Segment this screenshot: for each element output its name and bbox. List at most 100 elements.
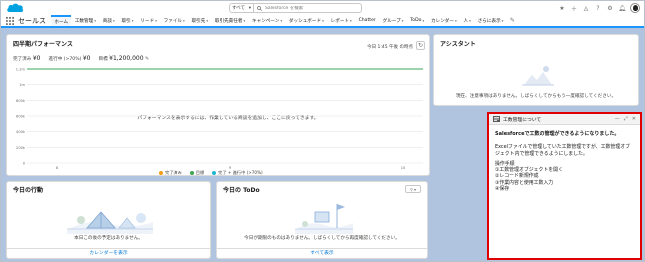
nav-tab[interactable]: 取引先 ▾ (188, 15, 211, 26)
refresh-button[interactable]: ↻ (416, 41, 425, 50)
nav-tab[interactable]: キャンペーン ▾ (249, 15, 286, 26)
performance-status: 今日 1:45 午後 の時点 (367, 45, 413, 50)
nav-tab-label: リード (140, 18, 155, 24)
nav-tab[interactable]: 商談 ▾ (99, 15, 118, 26)
legend-label: 完了済み (165, 170, 182, 175)
nav-tab[interactable]: 人 ▾ (460, 15, 474, 26)
nav-tab-label: 工数管理 (74, 18, 94, 24)
legend-label: 完了 + 進行中 (>70%) (218, 170, 263, 175)
global-search[interactable]: すべて ▾ (229, 3, 362, 13)
todo-empty-message: 今日が期限のものはありません。しばらくしてから再度確認してください。 (244, 236, 400, 241)
nav-tab[interactable]: ファイル ▾ (160, 15, 188, 26)
chevron-down-icon: ▾ (248, 5, 251, 11)
nav-tab[interactable]: グループ ▾ (379, 15, 407, 26)
global-header: すべて ▾ ★ ＋ ◬ ? ⚙ 🔔︎ (1, 1, 644, 15)
closed-value: ¥0 (32, 55, 41, 62)
chevron-down-icon[interactable]: ▾ (422, 19, 424, 23)
chart-empty-message: パフォーマンスを表示するには、作業している商談を追加し、ここに戻ってきます。 (137, 114, 318, 121)
chevron-down-icon: ▾ (413, 186, 416, 192)
app-navigation-bar: セールス ホーム 工数管理 ▾ 商談 ▾ 取引 ▾ リード ▾ ファイル ▾ 取引先 ▾ 取引先責任者 ▾ キ… (1, 15, 644, 28)
search-input[interactable] (265, 5, 355, 11)
todo-filter-dropdown[interactable]: ⚲ ▾ (405, 185, 421, 193)
legend-swatch (189, 171, 194, 175)
notifications-bell-icon[interactable]: 🔔︎ (618, 4, 626, 12)
nav-tab[interactable]: Chatter (355, 15, 379, 26)
nav-tab-label: 取引先責任者 (214, 18, 243, 24)
app-name: セールス (18, 16, 46, 25)
nav-tab[interactable]: ダッシュボード ▾ (286, 15, 328, 26)
y-tick-label: 400k (16, 130, 26, 134)
global-actions-add-icon[interactable]: ＋ (570, 4, 578, 13)
view-all-link[interactable]: すべて表示 (217, 248, 427, 258)
chevron-down-icon[interactable]: ▾ (350, 19, 352, 23)
chevron-down-icon[interactable]: ▾ (113, 19, 115, 23)
popup-lead: Salesforceで工数の管理ができるようになりました。 (495, 131, 620, 137)
trailhead-icon[interactable]: ◬ (582, 4, 590, 12)
events-title: 今日の行動 (13, 187, 44, 194)
salesforce-cloud-logo[interactable] (6, 2, 24, 14)
chart-legend: 完了済み 目標 完了 + 進行中 (>70%) (159, 170, 263, 176)
expand-icon[interactable]: ⤢ (624, 116, 628, 122)
edit-nav-pencil-icon[interactable]: ✎ (507, 15, 518, 26)
assistant-title: アシスタント (440, 41, 476, 48)
chevron-down-icon[interactable]: ▾ (502, 19, 504, 23)
chevron-down-icon[interactable]: ▾ (280, 19, 282, 23)
minimize-icon[interactable]: — (615, 116, 620, 122)
user-avatar[interactable] (630, 3, 640, 13)
nav-tab[interactable]: レポート ▾ (327, 15, 355, 26)
nav-tab[interactable]: 工数管理 ▾ (71, 15, 99, 26)
goal-label: 目標 (98, 57, 108, 62)
nav-tab-label: Chatter (358, 18, 376, 23)
view-calendar-link[interactable]: カレンダーを表示 (7, 248, 210, 258)
refresh-icon: ↻ (417, 42, 424, 49)
nav-tab-label: キャンペーン (252, 18, 280, 24)
popup-header: 工数管理について — ⤢ ✕ (489, 114, 640, 125)
todays-todo-card: 今日の ToDo ⚲ ▾ 今日が期限のものはありません。しばらくしてから再度確認… (216, 181, 428, 259)
assistant-card: アシスタント 現在、注意事項はありません。しばらくしてからもう一度確認してくださ… (433, 34, 639, 106)
chevron-down-icon[interactable]: ▾ (455, 19, 457, 23)
nav-tab[interactable]: 取引先責任者 ▾ (212, 15, 249, 26)
help-icon[interactable]: ? (594, 4, 602, 12)
app-launcher-icon[interactable] (5, 15, 15, 26)
closed-label: 完了済み (13, 57, 32, 62)
chevron-down-icon[interactable]: ▾ (155, 19, 157, 23)
legend-swatch (212, 171, 217, 175)
popup-title: 工数管理について (503, 117, 542, 123)
performance-title: 四半期パフォーマンス (13, 41, 73, 48)
open-label: 進行中 (>70%) (48, 57, 82, 62)
events-empty-message: 本日この後の予定はありません。 (74, 236, 143, 241)
performance-stats: 完了済み ¥0 進行中 (>70%) ¥0 目標 ¥1,200,000 ✎ (13, 55, 149, 62)
y-tick-label: 600k (16, 115, 26, 119)
nav-tab[interactable]: リード ▾ (137, 15, 160, 26)
chevron-down-icon[interactable]: ▾ (402, 19, 404, 23)
chevron-down-icon[interactable]: ▾ (469, 19, 471, 23)
x-tick-label: 10 (401, 166, 406, 170)
chevron-down-icon[interactable]: ▾ (94, 19, 96, 23)
chevron-down-icon[interactable]: ▾ (322, 19, 324, 23)
nav-tab-label: カレンダー (431, 18, 454, 24)
nav-tab-label: さらに表示 (477, 18, 501, 24)
chevron-down-icon[interactable]: ▾ (183, 19, 185, 23)
rich-text-icon (493, 116, 500, 122)
y-tick-label: 1.2m (16, 68, 26, 72)
todays-events-card: 今日の行動 本日この後の予定はありません。 カレンダーを表示 (6, 181, 211, 259)
y-tick-label: 1m (19, 83, 25, 87)
legend-item: 目標 (189, 170, 204, 176)
setup-gear-icon[interactable]: ⚙ (606, 4, 614, 12)
edit-goal-pencil-icon[interactable]: ✎ (145, 56, 149, 62)
nav-tab[interactable]: 取引 ▾ (118, 15, 137, 26)
search-scope-select[interactable]: すべて ▾ (230, 4, 254, 12)
nav-tab[interactable]: さらに表示 ▾ (474, 15, 507, 26)
popup-paragraph: Excelファイルで管理していた工数管理ですが、工数管理オブジェクト内で管理でき… (495, 144, 630, 157)
close-icon[interactable]: ✕ (632, 116, 636, 122)
nav-tab-label: 人 (463, 18, 469, 24)
search-icon (257, 5, 262, 11)
chevron-down-icon[interactable]: ▾ (243, 19, 245, 23)
favorites-star-icon[interactable]: ★ (558, 4, 566, 12)
nav-tab[interactable]: カレンダー ▾ (428, 15, 461, 26)
chevron-down-icon[interactable]: ▾ (206, 19, 208, 23)
nav-tab[interactable]: ホーム (51, 15, 72, 26)
chevron-down-icon[interactable]: ▾ (132, 19, 134, 23)
nav-tab[interactable]: ToDo ▾ (407, 15, 428, 26)
legend-item: 完了 + 進行中 (>70%) (212, 170, 263, 176)
